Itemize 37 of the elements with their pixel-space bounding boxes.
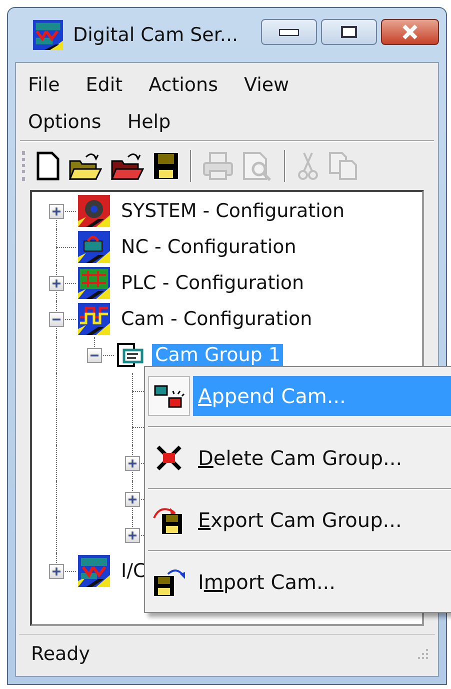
tree-item[interactable]: PLC - Configuration bbox=[118, 272, 308, 294]
app-icon bbox=[33, 20, 63, 50]
folder-icon[interactable] bbox=[110, 151, 144, 181]
circuit-icon bbox=[78, 267, 110, 299]
menu-item[interactable]: Options bbox=[28, 110, 102, 132]
menu-item[interactable]: File bbox=[28, 74, 60, 96]
resize-grip-icon[interactable] bbox=[417, 648, 429, 660]
menu-item[interactable]: Edit bbox=[86, 74, 123, 96]
menu-item[interactable]: Export Cam Group... bbox=[193, 500, 451, 540]
tree-item[interactable]: NC - Configuration bbox=[118, 236, 300, 258]
folder-document-icon bbox=[116, 341, 144, 369]
maximize-button[interactable] bbox=[321, 19, 377, 45]
expander-icon[interactable] bbox=[49, 204, 64, 219]
expander-icon[interactable] bbox=[125, 528, 140, 543]
menu-item[interactable]: Help bbox=[127, 110, 171, 132]
tree-item[interactable]: SYSTEM - Configuration bbox=[118, 200, 348, 222]
close-icon bbox=[400, 24, 420, 40]
status-text: Ready bbox=[31, 643, 90, 665]
menu-item[interactable]: Delete Cam Group... bbox=[193, 438, 451, 478]
menu-item[interactable]: Actions bbox=[148, 74, 218, 96]
window-title: Digital Cam Ser... bbox=[73, 24, 240, 46]
close-button[interactable] bbox=[381, 19, 439, 45]
expander-icon[interactable] bbox=[49, 312, 64, 327]
expander-icon[interactable] bbox=[125, 456, 140, 471]
menu-item[interactable]: Import Cam... bbox=[193, 562, 451, 602]
new-document-icon[interactable] bbox=[36, 151, 60, 181]
menu-item[interactable]: View bbox=[244, 74, 290, 96]
save-icon[interactable] bbox=[152, 151, 180, 181]
expander-icon[interactable] bbox=[49, 564, 64, 579]
folder-icon[interactable] bbox=[68, 151, 102, 181]
expander-icon[interactable] bbox=[125, 492, 140, 507]
minimize-button[interactable] bbox=[261, 19, 317, 45]
delete-icon bbox=[154, 443, 184, 473]
expander-icon[interactable] bbox=[49, 276, 64, 291]
expander-icon[interactable] bbox=[87, 348, 102, 363]
cam-profile-icon bbox=[78, 303, 110, 335]
tree-item[interactable]: Cam - Configuration bbox=[118, 308, 316, 330]
